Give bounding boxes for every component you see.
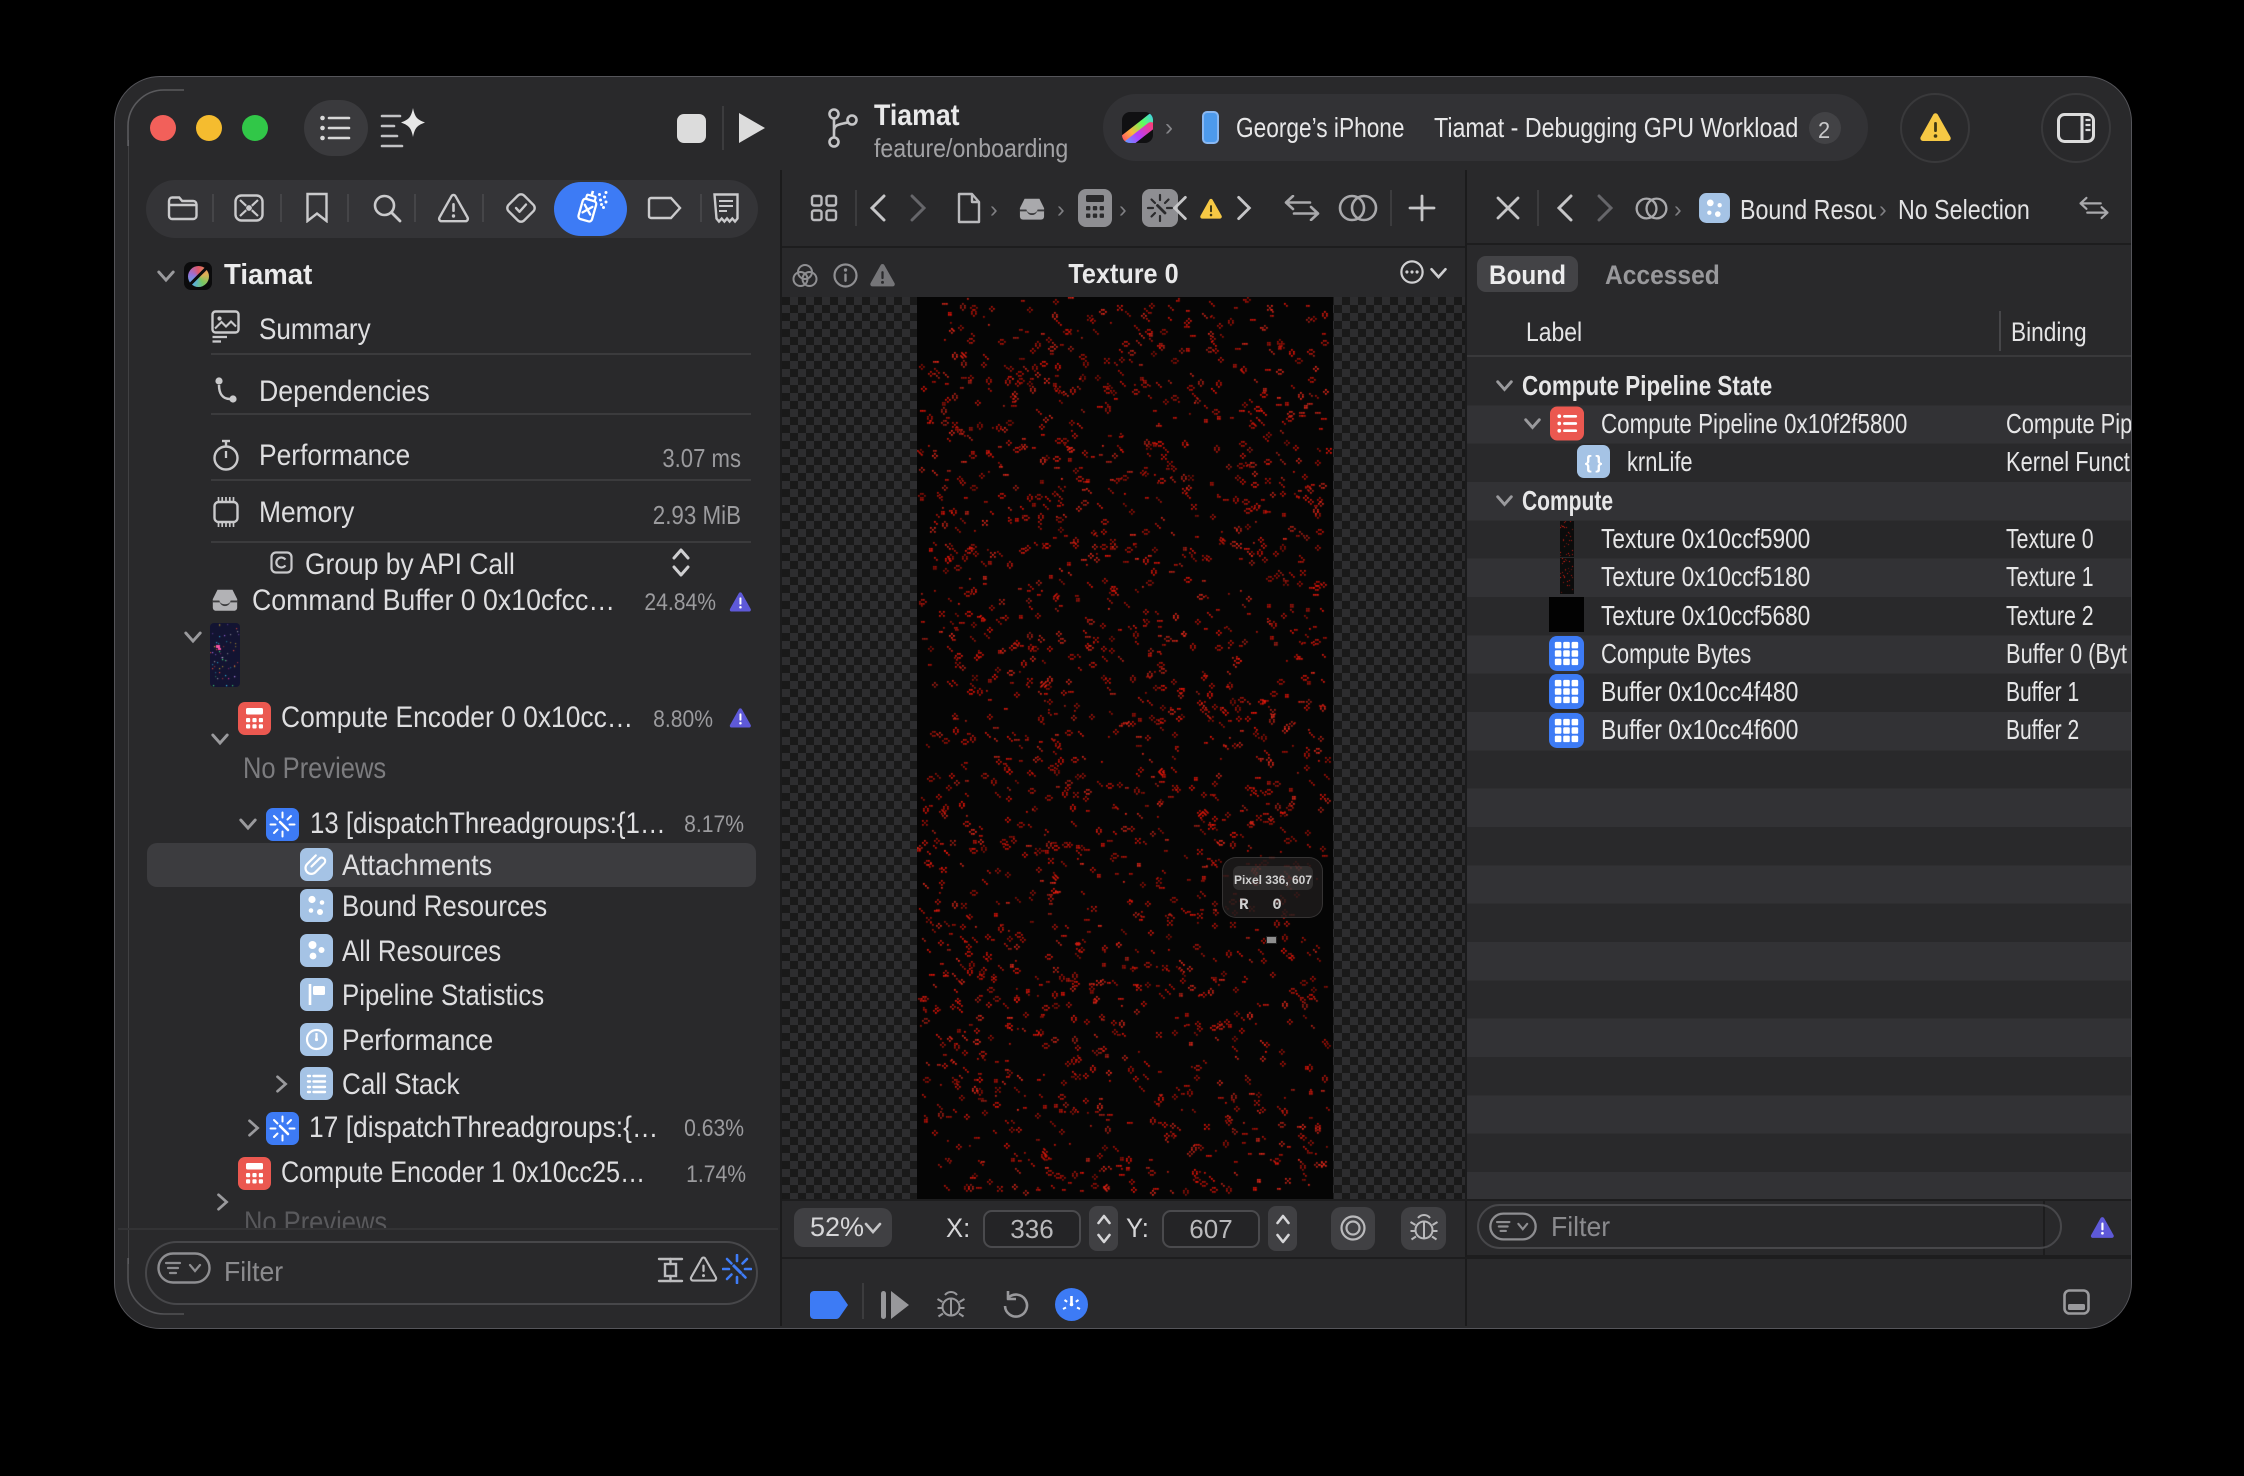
svg-text:{ }: { } xyxy=(1585,453,1603,473)
